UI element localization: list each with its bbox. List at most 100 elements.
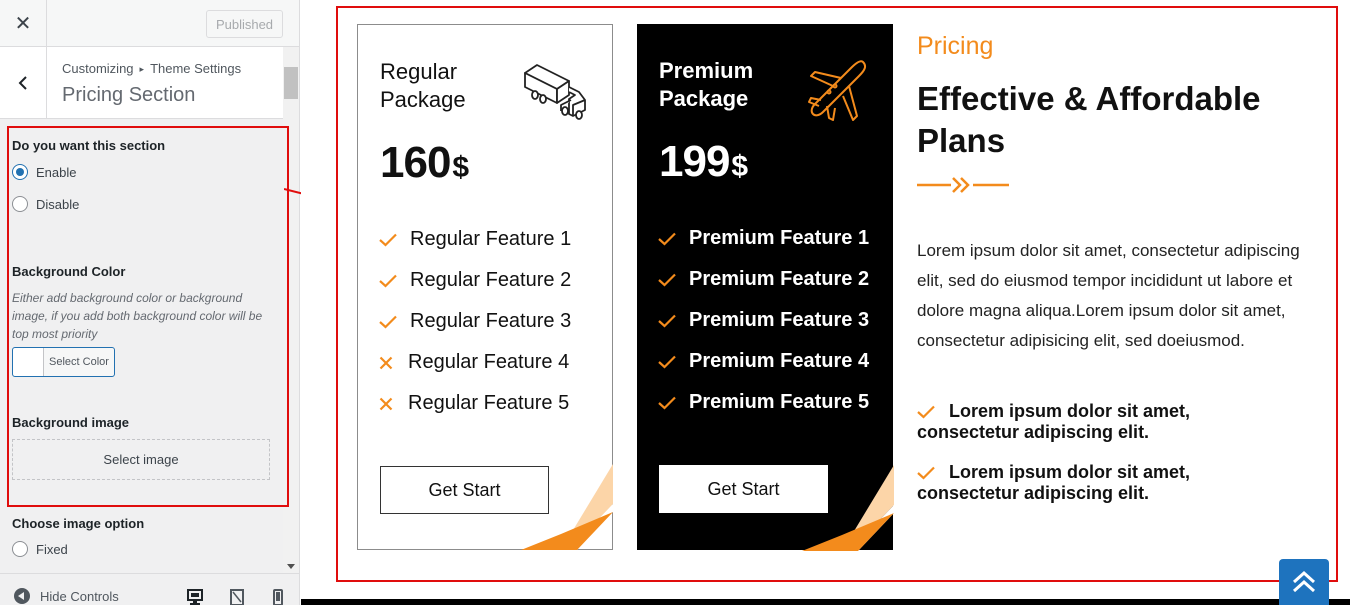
regular-title-line2: Package	[380, 87, 466, 112]
premium-feature-item: Premium Feature 2	[657, 259, 869, 300]
radio-fixed-label: Fixed	[36, 541, 68, 557]
select-color-label: Select Color	[49, 356, 109, 368]
select-image-button[interactable]: Select image	[12, 439, 270, 480]
breadcrumb-separator: ▸	[139, 64, 145, 74]
regular-price: 160$	[380, 138, 469, 188]
enable-section-label: Do you want this section	[12, 138, 166, 153]
regular-price-value: 160	[380, 138, 451, 187]
close-button[interactable]: ✕	[0, 0, 47, 47]
background-color-description: Either add background color or backgroun…	[12, 291, 263, 341]
premium-feature-label: Premium Feature 2	[689, 268, 870, 290]
scroll-to-top-button[interactable]	[1279, 559, 1329, 605]
close-icon: ✕	[14, 13, 32, 35]
cross-icon	[378, 397, 394, 411]
cross-icon	[378, 356, 394, 370]
radio-checked-icon[interactable]	[12, 164, 28, 180]
pricing-card-premium: Premium Package 199$ Premium Feature 1 P…	[637, 24, 894, 551]
airplane-icon	[808, 60, 867, 121]
image-option-label: Choose image option	[12, 516, 145, 531]
premium-title-line2: Package	[659, 86, 749, 111]
radio-disable[interactable]: Disable	[12, 196, 79, 212]
chevron-left-icon	[18, 76, 27, 90]
premium-title-line1: Premium	[659, 58, 754, 83]
radio-disable-label: Disable	[36, 196, 80, 212]
regular-price-currency: $	[452, 151, 469, 184]
regular-title-line1: Regular	[380, 59, 458, 84]
breadcrumb-root: Customizing	[62, 61, 134, 76]
customizer-footer: Hide Controls	[0, 573, 299, 605]
hide-controls-button[interactable]: Hide Controls	[14, 588, 119, 604]
customizer-sidebar: ✕ Published Customizing ▸ Theme Settings P…	[0, 0, 300, 605]
premium-feature-label: Premium Feature 1	[689, 227, 870, 249]
regular-feature-label: Regular Feature 1	[410, 228, 572, 250]
breadcrumb: Customizing ▸ Theme Settings	[62, 61, 241, 76]
breadcrumb-current: Theme Settings	[150, 61, 242, 76]
premium-feature-label: Premium Feature 3	[689, 309, 870, 331]
radio-unchecked-icon[interactable]	[12, 196, 28, 212]
premium-feature-label: Premium Feature 4	[689, 350, 870, 372]
mobile-preview-icon[interactable]	[272, 589, 284, 605]
benefit-bullet-text: Lorem ipsum dolor sit amet, consectetur …	[917, 462, 1191, 503]
published-button[interactable]: Published	[206, 10, 283, 38]
regular-feature-item: Regular Feature 4	[378, 342, 571, 383]
regular-feature-item: Regular Feature 5	[378, 383, 571, 424]
premium-feature-item: Premium Feature 5	[657, 382, 869, 423]
section-eyebrow: Pricing	[917, 32, 994, 60]
section-title: Pricing Section	[62, 84, 196, 106]
premium-feature-item: Premium Feature 3	[657, 300, 869, 341]
truck-icon	[524, 64, 586, 120]
premium-price-value: 199	[659, 137, 730, 186]
check-icon	[917, 403, 937, 424]
pricing-card-regular: Regular Package 160$ Regular Feature 1 R…	[357, 24, 613, 550]
radio-enable[interactable]: Enable	[12, 164, 76, 180]
check-icon	[378, 233, 398, 247]
regular-feature-list: Regular Feature 1 Regular Feature 2 Regu…	[378, 219, 571, 424]
double-chevron-up-icon	[1292, 570, 1316, 593]
check-icon	[657, 396, 677, 410]
check-icon	[657, 314, 677, 328]
premium-price: 199$	[659, 137, 748, 187]
background-color-label: Background Color	[12, 264, 126, 279]
premium-feature-label: Premium Feature 5	[689, 391, 870, 413]
hide-controls-label: Hide Controls	[40, 588, 119, 604]
desktop-preview-icon[interactable]	[186, 589, 204, 605]
check-icon	[378, 274, 398, 288]
radio-enable-label: Enable	[36, 164, 77, 180]
radio-unchecked-icon[interactable]	[12, 541, 28, 557]
section-heading: Effective & Affordable Plans	[917, 80, 1261, 159]
regular-feature-item: Regular Feature 3	[378, 301, 571, 342]
double-chevron-divider-icon	[917, 177, 1009, 193]
color-swatch[interactable]	[13, 348, 44, 376]
section-description: Lorem ipsum dolor sit amet, consectetur …	[917, 241, 1300, 350]
tablet-preview-icon[interactable]	[229, 589, 245, 605]
section-header: Customizing ▸ Theme Settings Pricing Secti…	[0, 47, 283, 119]
check-icon	[917, 464, 937, 485]
regular-feature-label: Regular Feature 3	[410, 310, 572, 332]
site-preview: Regular Package 160$ Regular Feature 1 R…	[301, 0, 1350, 605]
check-icon	[657, 273, 677, 287]
premium-feature-item: Premium Feature 4	[657, 341, 869, 382]
scrollbar-thumb[interactable]	[284, 67, 298, 99]
customizer-header: ✕ Published	[0, 0, 299, 47]
back-button[interactable]	[0, 47, 47, 119]
check-icon	[378, 315, 398, 329]
corner-fold-decoration	[802, 465, 894, 551]
check-icon	[657, 355, 677, 369]
regular-feature-item: Regular Feature 2	[378, 260, 571, 301]
footer-strip	[301, 599, 1350, 605]
premium-price-currency: $	[731, 150, 748, 183]
radio-fixed[interactable]: Fixed	[12, 541, 68, 557]
regular-feature-label: Regular Feature 5	[408, 392, 570, 414]
benefit-bullet: Lorem ipsum dolor sit amet, consectetur …	[917, 401, 1247, 443]
select-color-button[interactable]: Select Color	[12, 347, 115, 377]
benefit-bullet-text: Lorem ipsum dolor sit amet, consectetur …	[917, 401, 1191, 442]
premium-feature-item: Premium Feature 1	[657, 218, 869, 259]
collapse-icon	[14, 588, 30, 604]
background-image-label: Background image	[12, 415, 130, 430]
corner-fold-decoration	[521, 464, 613, 550]
benefit-bullet: Lorem ipsum dolor sit amet, consectetur …	[917, 462, 1247, 504]
regular-feature-item: Regular Feature 1	[378, 219, 571, 260]
scroll-down-arrow-icon[interactable]	[287, 564, 295, 569]
premium-card-title: Premium Package	[659, 57, 753, 113]
regular-card-title: Regular Package	[380, 58, 466, 114]
